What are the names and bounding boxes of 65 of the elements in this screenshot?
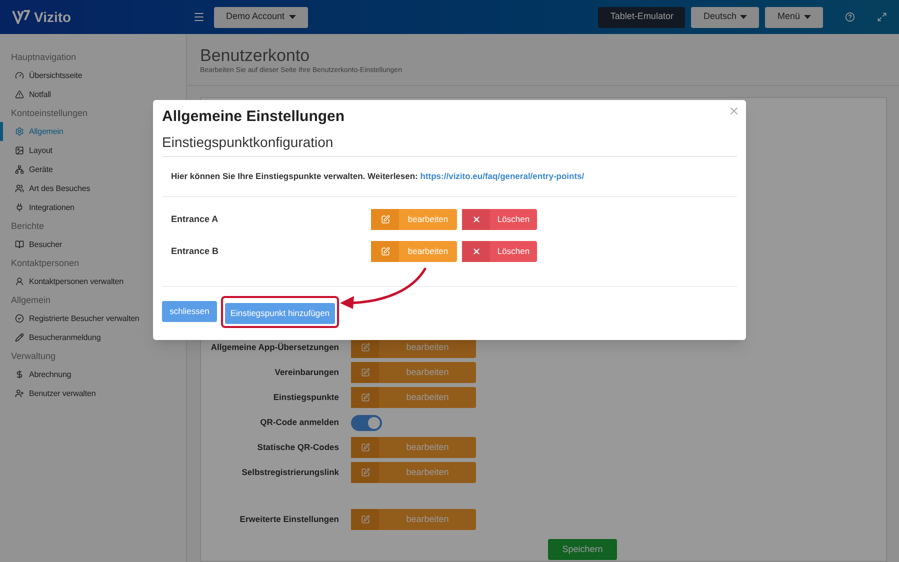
sidebar-item[interactable]: Kontaktpersonen verwalten <box>0 272 186 291</box>
network-icon <box>15 165 24 174</box>
users-icon <box>15 184 24 193</box>
header-button[interactable]: Deutsch <box>691 6 760 28</box>
help-button[interactable] <box>845 12 855 22</box>
sidebar-item[interactable]: Notfall <box>0 85 186 104</box>
delete-button[interactable]: Löschen <box>462 208 537 230</box>
user-plus-icon <box>15 389 24 398</box>
close-button[interactable] <box>728 105 740 117</box>
book-icon <box>15 240 24 249</box>
registered-icon <box>15 314 24 323</box>
fullscreen-button[interactable] <box>877 12 887 22</box>
delete-icon <box>472 246 480 256</box>
edit-icon <box>360 343 370 352</box>
sidebar-heading: Kontaktpersonen <box>10 257 80 270</box>
entry-name: Entrance A <box>171 212 220 226</box>
page-title: Benutzerkonto <box>200 46 311 66</box>
edit-icon <box>380 214 390 224</box>
logo-text: Vizito <box>34 8 72 26</box>
faq-link[interactable]: https://vizito.eu/faq/general/entry-points/ <box>420 171 584 181</box>
sidebar-heading: Allgemein <box>10 294 52 307</box>
dollar-icon <box>15 370 24 379</box>
setting-label: Erweiterte Einstellungen <box>238 513 339 526</box>
caret-icon <box>804 15 811 19</box>
header-button[interactable]: Menü <box>765 6 823 28</box>
setting-label: Vereinbarungen <box>274 366 339 379</box>
sidebar-item[interactable]: Besucheranmeldung <box>0 328 186 347</box>
edit-icon <box>360 393 370 402</box>
entry-name: Entrance B <box>171 244 220 258</box>
sidebar-item[interactable]: Abrechnung <box>0 365 186 384</box>
pencil-icon <box>15 333 24 342</box>
menu-button[interactable] <box>193 11 205 23</box>
sidebar-heading: Verwaltung <box>10 350 57 363</box>
image-icon <box>15 146 24 155</box>
delete-button[interactable]: Löschen <box>462 240 537 262</box>
account-dropdown[interactable]: Demo Account <box>214 6 308 28</box>
header-button[interactable]: Tablet-Emulator <box>598 6 686 28</box>
warning-icon <box>15 90 24 99</box>
add-entry-button[interactable]: Einstiegspunkt hinzufügen <box>225 302 335 324</box>
sidebar-heading: Hauptnavigation <box>10 51 78 64</box>
setting-label: Einstiegspunkte <box>272 391 339 404</box>
intro-text: Hier können Sie Ihre Einstiegspunkte verwalten. Weiterlesen: https://vizito.eu/faq/general/entry-points/ <box>162 157 737 197</box>
plug-icon <box>15 203 24 212</box>
caret-icon <box>740 15 748 19</box>
logo-icon <box>12 10 30 24</box>
edit-icon <box>360 468 370 477</box>
close-dialog-button[interactable]: schliessen <box>162 301 217 322</box>
gauge-icon <box>15 71 24 80</box>
edit-icon <box>360 368 370 377</box>
setting-label: Allgemeine App-Übersetzungen <box>210 341 339 354</box>
save-button[interactable]: Speichern <box>548 539 617 560</box>
sidebar-item[interactable]: Übersichtsseite <box>0 66 186 85</box>
gear-icon <box>15 127 24 136</box>
sidebar-item[interactable]: Benutzer verwalten <box>0 384 186 403</box>
setting-label: Statische QR-Codes <box>256 441 339 454</box>
setting-label: QR-Code anmelden <box>259 416 339 429</box>
toggle-switch[interactable] <box>351 414 382 430</box>
person-icon <box>15 277 24 286</box>
setting-label: Selbstregistrierungslink <box>240 466 339 479</box>
caret-icon <box>288 15 296 19</box>
edit-icon <box>360 443 370 452</box>
edit-icon <box>380 246 390 256</box>
modal-subtitle: Einstiegspunktkonfiguration <box>162 132 737 157</box>
delete-icon <box>472 214 480 224</box>
edit-icon <box>360 515 370 524</box>
